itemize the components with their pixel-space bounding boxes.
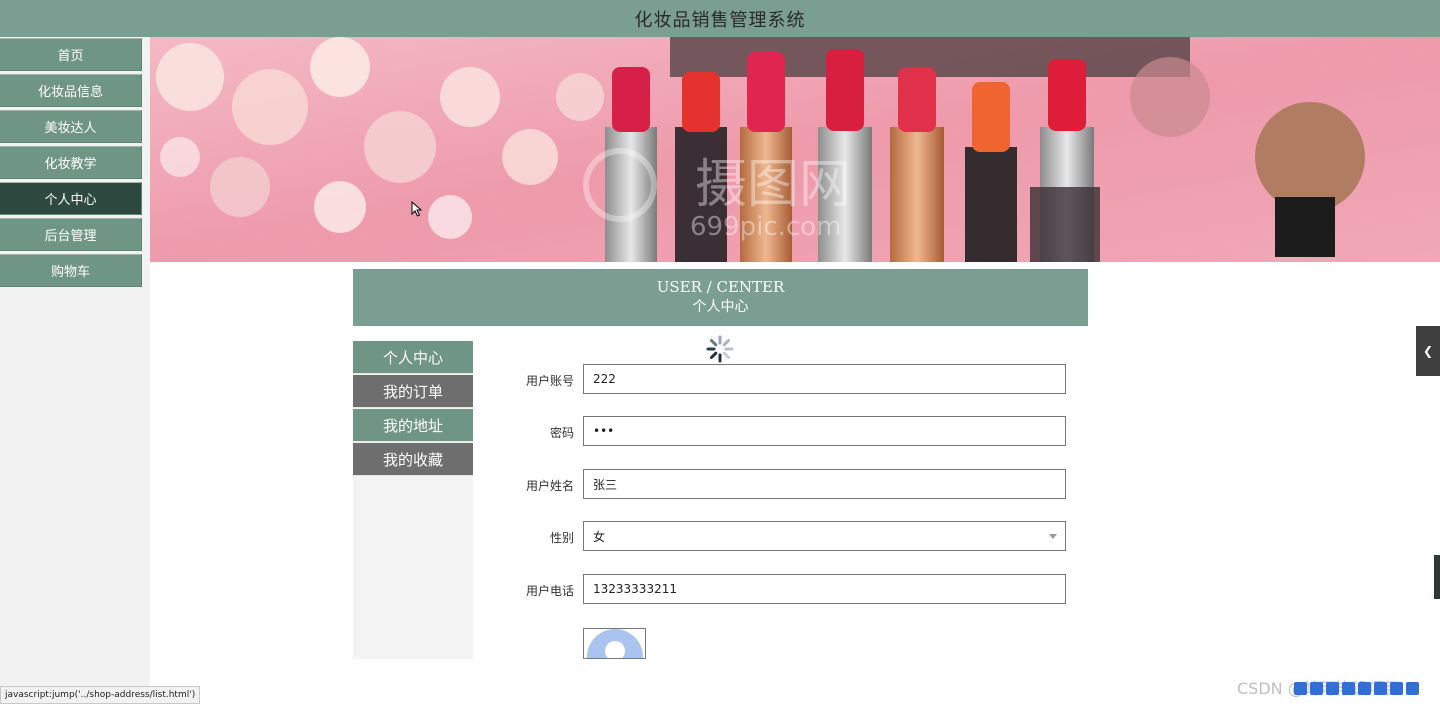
ime-icon[interactable]	[1358, 681, 1371, 695]
phone-input[interactable]: 13233333211	[583, 574, 1066, 604]
nav-item-admin[interactable]: 后台管理	[0, 218, 142, 251]
ime-icon[interactable]	[1406, 681, 1419, 695]
gender-select[interactable]: 女	[583, 521, 1066, 551]
app-title: 化妆品销售管理系统	[634, 9, 806, 31]
nav-item-personal-center[interactable]: 个人中心	[0, 182, 142, 215]
menu-item-my-address[interactable]: 我的地址	[353, 409, 473, 442]
nav-item-home[interactable]: 首页	[0, 38, 142, 71]
ime-icon[interactable]	[1390, 681, 1403, 695]
nav-item-label: 美妆达人	[44, 121, 97, 136]
ime-icon[interactable]	[1310, 681, 1323, 695]
username-input[interactable]: 222	[583, 364, 1066, 394]
menu-item-personal-center[interactable]: 个人中心	[353, 341, 473, 374]
mouse-cursor-icon	[411, 201, 423, 217]
nav-item-label: 首页	[57, 49, 84, 64]
section-title-cn: 个人中心	[692, 299, 749, 315]
gender-value: 女	[593, 529, 606, 544]
menu-item-my-favorites[interactable]: 我的收藏	[353, 443, 473, 476]
banner-watermark-sub: 699pic.com	[690, 212, 841, 242]
username-label: 用户账号	[525, 374, 574, 388]
ime-toolbar	[1294, 677, 1419, 699]
menu-item-label: 我的收藏	[382, 450, 443, 469]
menu-item-label: 我的订单	[382, 382, 443, 401]
ime-icon[interactable]	[1326, 681, 1339, 695]
ime-icon[interactable]	[1342, 681, 1355, 695]
browser-status-bar: javascript:jump('../shop-address/list.ht…	[0, 686, 201, 704]
nav-item-label: 化妆品信息	[37, 85, 103, 100]
side-panel-toggle[interactable]: ❮	[1416, 326, 1440, 376]
side-tab[interactable]	[1434, 555, 1440, 599]
nav-item-label: 化妆教学	[44, 157, 97, 172]
avatar-upload[interactable]	[583, 628, 646, 659]
phone-label: 用户电话	[525, 584, 574, 598]
nav-item-label: 个人中心	[44, 193, 97, 208]
menu-item-label: 个人中心	[382, 348, 443, 367]
banner-image: 摄图网 699pic.com	[150, 37, 1440, 262]
menu-item-label: 我的地址	[382, 416, 443, 435]
nav-item-cosmetics-info[interactable]: 化妆品信息	[0, 74, 142, 107]
password-input[interactable]: •••	[583, 416, 1066, 446]
ime-icon[interactable]	[1294, 681, 1307, 695]
avatar-placeholder-icon	[584, 629, 645, 658]
status-url: javascript:jump('../shop-address/list.ht…	[5, 690, 196, 700]
section-header: USER / CENTER 个人中心	[353, 269, 1088, 326]
nav-item-cart[interactable]: 购物车	[0, 254, 142, 287]
header-bar: 化妆品销售管理系统	[0, 0, 1440, 37]
nav-item-label: 后台管理	[44, 229, 97, 244]
user-center-menu: 个人中心 我的订单 我的地址 我的收藏	[353, 341, 473, 659]
ime-icon[interactable]	[1374, 681, 1387, 695]
name-input[interactable]: 张三	[583, 469, 1066, 499]
menu-item-my-orders[interactable]: 我的订单	[353, 375, 473, 408]
chevron-left-icon: ❮	[1422, 344, 1434, 358]
nav-item-makeup-tutorial[interactable]: 化妆教学	[0, 146, 142, 179]
password-label: 密码	[549, 426, 574, 440]
gender-label: 性别	[549, 531, 574, 545]
left-navigation: 首页 化妆品信息 美妆达人 化妆教学 个人中心 后台管理 购物车	[0, 37, 150, 703]
loading-spinner-icon	[706, 335, 734, 363]
chevron-down-icon	[1049, 534, 1057, 539]
banner-watermark: 摄图网	[695, 155, 851, 215]
section-title-en: USER / CENTER	[656, 278, 785, 296]
nav-item-label: 购物车	[50, 265, 90, 280]
nav-item-beauty-experts[interactable]: 美妆达人	[0, 110, 142, 143]
name-label: 用户姓名	[525, 479, 574, 493]
